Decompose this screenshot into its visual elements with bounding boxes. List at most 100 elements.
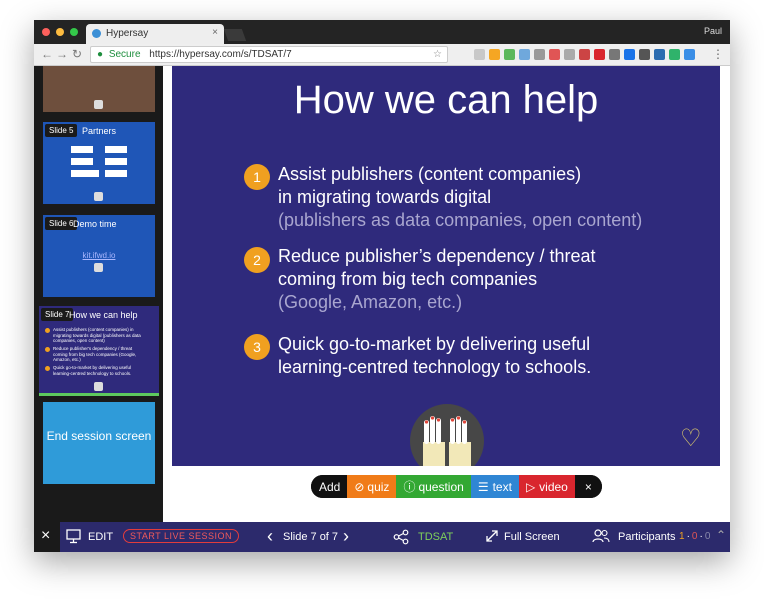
partner-logo	[71, 146, 93, 153]
hand-icon	[94, 382, 103, 391]
back-icon[interactable]: ←	[41, 47, 53, 61]
lock-icon: ●	[97, 49, 104, 60]
slide-title: How we can help	[293, 78, 599, 122]
forward-icon[interactable]: →	[56, 47, 68, 61]
session-code[interactable]: TDSAT	[418, 531, 453, 543]
extension-icon[interactable]	[669, 49, 680, 60]
tab-bar: Hypersay × Paul	[34, 20, 730, 44]
participant-count-other: 0	[704, 531, 711, 542]
browser-toolbar: ← → ↻ ● Secure https://hypersay.com/s/TD…	[34, 44, 730, 66]
add-text-button[interactable]: ☰ text	[470, 475, 519, 498]
hand-icon	[94, 263, 103, 272]
video-label: video	[539, 479, 568, 494]
point-line: Quick go-to-market by delivering useful	[278, 334, 591, 354]
participant-count-active: 1	[679, 531, 685, 542]
close-add-bar-button[interactable]: ×	[574, 475, 602, 498]
point-subtext: (publishers as data companies, open cont…	[278, 210, 643, 230]
profile-name[interactable]: Paul	[704, 26, 722, 36]
point-number-2: 2	[244, 247, 270, 273]
slide-thumbnail-title: Partners	[81, 126, 116, 136]
secure-label: Secure	[108, 49, 141, 60]
new-tab-button[interactable]	[223, 29, 247, 41]
current-slide: How we can help 1 Assist publishers (con…	[172, 66, 720, 466]
add-question-button[interactable]: ⓘ question	[396, 475, 471, 498]
slide-thumbnail-title: How we can help	[69, 310, 138, 320]
extension-icon[interactable]	[489, 49, 500, 60]
extension-icon[interactable]	[684, 49, 695, 60]
point-line: coming from big tech companies	[278, 269, 538, 289]
tab-hypersay[interactable]: Hypersay ×	[86, 24, 224, 44]
point-line: Reduce publisher’s dependency / threat	[278, 246, 596, 266]
point-number-1: 1	[244, 164, 270, 190]
extension-icon[interactable]	[504, 49, 515, 60]
question-icon: ⓘ	[403, 480, 416, 494]
edit-icon[interactable]	[66, 528, 82, 547]
previous-slide-icon[interactable]: ‹	[267, 526, 273, 547]
fullscreen-icon[interactable]	[485, 529, 499, 546]
extension-icon[interactable]	[594, 49, 605, 60]
hand-icon	[94, 100, 103, 109]
slide-thumbnail-7[interactable]: Slide 7 How we can help Assist publisher…	[39, 306, 159, 396]
heart-icon[interactable]: ♡	[680, 424, 702, 453]
partner-logo	[105, 158, 127, 165]
main-area: How we can help 1 Assist publishers (con…	[163, 66, 730, 522]
slide-sidebar: Slide 5 Partners Slide 6 Demo time kit.i…	[34, 66, 163, 522]
add-content-bar: Add ⊘ quiz ⓘ question ☰ text ▷ video ×	[311, 475, 602, 498]
next-slide-icon[interactable]: ›	[343, 526, 349, 547]
tab-title: Hypersay	[106, 28, 149, 39]
extension-icon[interactable]	[564, 49, 575, 60]
slide-thumbnail-6[interactable]: Slide 6 Demo time kit.ifwd.io	[43, 215, 155, 297]
text-label: text	[492, 479, 512, 494]
quiz-label: quiz	[367, 479, 390, 494]
fullscreen-button[interactable]: Full Screen	[504, 531, 560, 543]
maximize-window-button[interactable]	[70, 28, 78, 36]
minimize-window-button[interactable]	[56, 28, 64, 36]
participant-counts: 1 · 0 · 0	[679, 531, 711, 542]
slide-counter: Slide 7 of 7	[283, 531, 339, 543]
start-live-session-button[interactable]: START LIVE SESSION	[123, 529, 240, 543]
add-video-button[interactable]: ▷ video	[518, 475, 575, 498]
extension-icon[interactable]	[624, 49, 635, 60]
question-label: question	[418, 479, 464, 494]
slide-thumbnail-item: Quick go-to-market by delivering useful …	[45, 365, 149, 376]
extension-icon[interactable]	[654, 49, 665, 60]
edit-button[interactable]: EDIT	[88, 531, 113, 543]
reload-icon[interactable]: ↻	[72, 47, 82, 61]
hypersay-favicon-icon	[92, 29, 101, 38]
quiz-icon: ⊘	[354, 479, 365, 494]
partner-logo	[71, 170, 99, 177]
extension-icon[interactable]	[549, 49, 560, 60]
extension-icon[interactable]	[534, 49, 545, 60]
point-line: in migrating towards digital	[278, 187, 492, 207]
add-quiz-button[interactable]: ⊘ quiz	[347, 475, 397, 498]
browser-menu-icon[interactable]: ⋮	[712, 47, 724, 61]
bookmark-star-icon[interactable]: ☆	[433, 49, 442, 60]
tab-close-icon[interactable]: ×	[212, 27, 218, 38]
participant-count-offline: 0	[691, 531, 698, 542]
partner-logo	[105, 146, 127, 153]
hand-icon	[94, 192, 103, 201]
extension-icon[interactable]	[639, 49, 650, 60]
slide-thumbnail-item: Reduce publisher's dependency / threat c…	[45, 346, 143, 363]
address-bar[interactable]: ● Secure https://hypersay.com/s/TDSAT/7 …	[90, 46, 448, 63]
extension-icon[interactable]	[474, 49, 485, 60]
share-icon[interactable]	[393, 529, 409, 548]
raised-hands-icon[interactable]	[410, 404, 484, 466]
close-window-button[interactable]	[42, 28, 50, 36]
point-number-3: 3	[244, 334, 270, 360]
extension-icon[interactable]	[609, 49, 620, 60]
extension-icon[interactable]	[519, 49, 530, 60]
slide-thumbnail-item: Assist publishers (content companies) in…	[45, 327, 149, 344]
slide-thumbnail-4[interactable]	[43, 66, 155, 112]
slide-thumbnail-5[interactable]: Slide 5 Partners	[43, 122, 155, 204]
url-text[interactable]: https://hypersay.com/s/TDSAT/7	[149, 49, 291, 60]
end-session-screen-thumbnail[interactable]: End session screen	[43, 402, 155, 484]
extension-icon[interactable]	[579, 49, 590, 60]
slide-point-2: Reduce publisher’s dependency / threat c…	[278, 245, 596, 314]
close-icon[interactable]: ×	[41, 527, 50, 545]
participants-button[interactable]: Participants	[618, 531, 675, 543]
chevron-up-icon[interactable]: ⌃	[716, 528, 726, 542]
participants-icon[interactable]	[592, 529, 610, 546]
presenter-bottom-bar: × EDIT START LIVE SESSION ‹ Slide 7 of 7…	[34, 522, 730, 552]
point-line: learning-centred technology to schools.	[278, 357, 592, 377]
